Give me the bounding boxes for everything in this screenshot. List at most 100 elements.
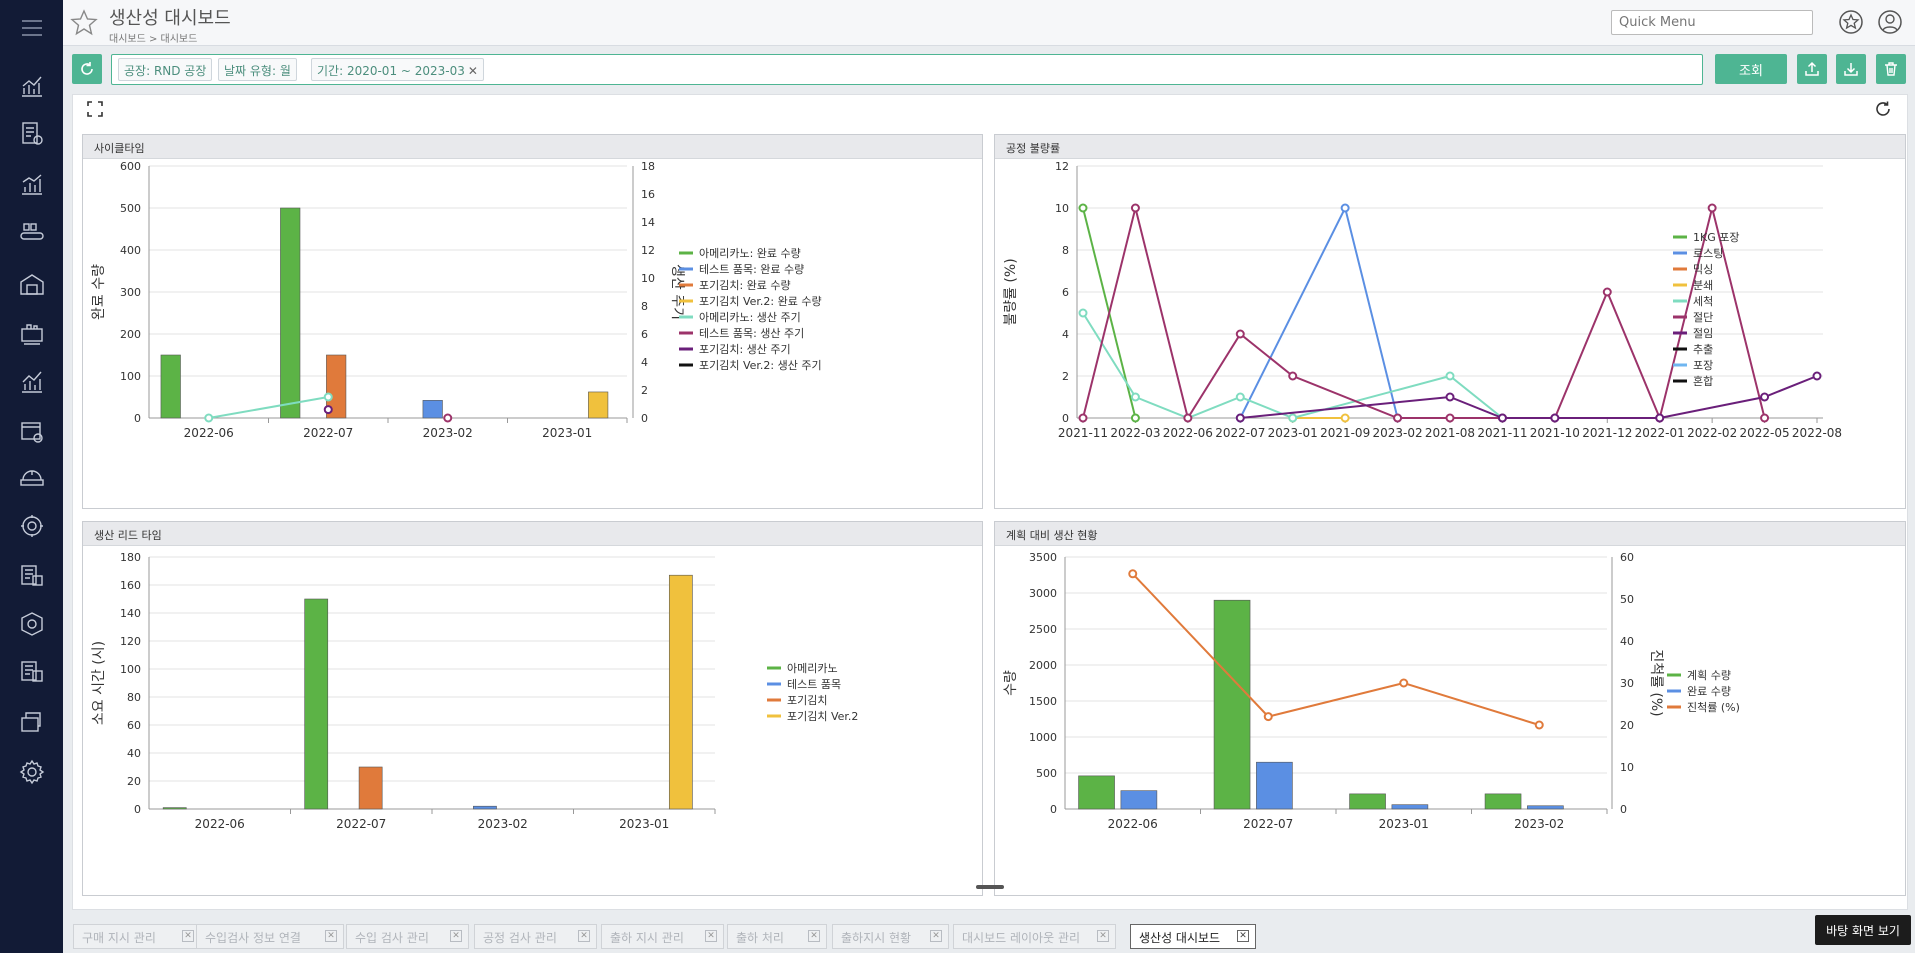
y2-tick-label: 4	[641, 356, 648, 369]
data-point	[1399, 678, 1409, 688]
tab-shipment-status[interactable]: 출하지시 현황 ✕	[832, 924, 949, 949]
settings-gear-icon[interactable]	[0, 504, 63, 548]
close-tab-icon[interactable]: ✕	[705, 930, 717, 942]
filter-chip-period[interactable]: 기간: 2020-01 ~ 2023-03 ✕	[311, 58, 484, 81]
panel-lead-time: 생산 리드 타임 0 20 40 60 80 100 120 140 160 180 소요 시간 (…	[82, 521, 983, 896]
download-button[interactable]	[1836, 54, 1866, 84]
y2-tick-label: 0	[641, 412, 648, 425]
data-point	[1655, 413, 1665, 423]
y-tick-label: 60	[127, 719, 141, 732]
data-point	[1078, 203, 1088, 213]
tab-shipment-process[interactable]: 출하 처리 ✕	[727, 924, 827, 949]
data-point	[1235, 329, 1245, 339]
system-gear-icon[interactable]	[0, 750, 63, 794]
conveyor-icon[interactable]	[0, 210, 63, 254]
defect-rate-chart: 024681012불량률 (%)2021-11 2022-03 2022-06 202…	[1003, 160, 1842, 440]
close-tab-icon[interactable]: ✕	[182, 930, 194, 942]
user-profile-icon[interactable]	[1876, 8, 1904, 36]
inspection-icon[interactable]	[0, 410, 63, 454]
invoice-icon[interactable]	[0, 112, 63, 156]
open-tabs-bar: 구매 지시 관리 ✕ 수입검사 정보 연결 ✕ 수입 검사 관리 ✕ 공정 검사 관리…	[63, 918, 1915, 953]
bar-chart-icon[interactable]	[0, 162, 63, 206]
series-line	[1132, 573, 1540, 726]
filter-chip-factory[interactable]: 공장: RND 공장	[118, 58, 213, 81]
tab-process-inspection[interactable]: 공정 검사 관리 ✕	[474, 924, 597, 949]
close-tab-icon[interactable]: ✕	[1237, 930, 1249, 942]
box-icon[interactable]	[0, 602, 63, 646]
legend-label: 계획 수량	[1687, 669, 1731, 682]
report-icon[interactable]	[0, 650, 63, 694]
x-tick-label: 2023-02	[423, 426, 473, 440]
download-icon	[1844, 63, 1858, 76]
legend-label: 테스트 품목	[787, 678, 841, 691]
reset-filter-button[interactable]	[72, 54, 102, 84]
bar	[1391, 804, 1429, 810]
close-tab-icon[interactable]: ✕	[325, 930, 337, 942]
data-point	[323, 392, 333, 402]
y2-axis-title: 생산 주기	[669, 264, 685, 320]
remove-chip-icon[interactable]: ✕	[468, 64, 478, 78]
data-point	[1707, 203, 1717, 213]
y-tick-label: 2500	[1029, 623, 1057, 636]
reload-icon[interactable]	[1874, 100, 1892, 118]
favorites-icon[interactable]	[1837, 8, 1865, 36]
delete-button[interactable]	[1876, 54, 1906, 84]
data-point	[443, 413, 453, 423]
y2-tick-label: 10	[641, 272, 655, 285]
close-tab-icon[interactable]: ✕	[930, 930, 942, 942]
data-point	[323, 405, 333, 415]
x-tick-label: 2021-12	[1582, 426, 1632, 440]
x-tick-label: 2022-07	[1243, 817, 1293, 831]
fullscreen-icon[interactable]	[86, 100, 104, 118]
show-desktop-button[interactable]: 바탕 화면 보기	[1815, 915, 1911, 945]
y2-tick-label: 50	[1620, 593, 1634, 606]
data-point	[1534, 720, 1544, 730]
bar	[1120, 790, 1158, 810]
factory-icon[interactable]	[0, 262, 63, 306]
y-tick-label: 20	[127, 775, 141, 788]
favorite-star-icon[interactable]	[69, 8, 99, 38]
close-tab-icon[interactable]: ✕	[450, 930, 462, 942]
menu-icon[interactable]	[0, 6, 63, 50]
filter-input[interactable]: 공장: RND 공장 날짜 유형: 월 기간: 2020-01 ~ 2023-0…	[111, 54, 1703, 85]
quality-icon[interactable]	[0, 456, 63, 500]
plan-vs-actual-chart: 0 500 1000 1500 2000 2500 3000 3500 0 10 20 30 40 50 6…	[1003, 551, 1740, 831]
line-chart-icon[interactable]	[0, 64, 63, 108]
trend-icon[interactable]	[0, 360, 63, 404]
close-tab-icon[interactable]: ✕	[578, 930, 590, 942]
y-tick-label: 2000	[1029, 659, 1057, 672]
panel-defect-rate: 공정 불량률 0 2 4 6 8 10 12 불량률 (%) 2021-11 2022-03 202…	[994, 134, 1906, 509]
legend-label: 1KG 포장	[1693, 231, 1739, 244]
y-tick-label: 300	[120, 286, 141, 299]
filter-chip-date-type[interactable]: 날짜 유형: 월	[218, 58, 297, 81]
y-tick-label: 40	[127, 747, 141, 760]
resize-handle[interactable]	[976, 885, 1004, 889]
quick-menu-input[interactable]	[1611, 10, 1813, 35]
close-tab-icon[interactable]: ✕	[808, 930, 820, 942]
y2-tick-label: 16	[641, 188, 655, 201]
tab-dashboard-layout[interactable]: 대시보드 레이아웃 관리 ✕	[953, 924, 1116, 949]
document-icon[interactable]	[0, 554, 63, 598]
data-point	[1760, 413, 1770, 423]
legend-label: 아메리카노: 생산 주기	[699, 311, 801, 324]
search-button[interactable]: 조회	[1715, 54, 1787, 84]
legend-label: 추출	[1693, 343, 1713, 356]
tab-purchase-order[interactable]: 구매 지시 관리 ✕	[73, 924, 201, 949]
y-axis-title: 수량	[1003, 670, 1019, 696]
y-axis-title: 완료 수량	[91, 264, 107, 320]
x-tick-label: 2022-06	[195, 817, 245, 831]
close-tab-icon[interactable]: ✕	[1097, 930, 1109, 942]
data-point	[1130, 413, 1140, 423]
upload-button[interactable]	[1797, 54, 1827, 84]
y2-tick-label: 6	[641, 328, 648, 341]
legend-label: 분쇄	[1693, 279, 1713, 292]
y-tick-label: 80	[127, 691, 141, 704]
tab-productivity-dashboard[interactable]: 생산성 대시보드 ✕	[1130, 924, 1256, 949]
upload-icon	[1805, 61, 1819, 76]
tab-incoming-inspection-link[interactable]: 수입검사 정보 연결 ✕	[196, 924, 344, 949]
machine-icon[interactable]	[0, 312, 63, 356]
folder-icon[interactable]	[0, 700, 63, 744]
y-axis-title: 불량률 (%)	[1003, 258, 1019, 325]
tab-shipment-order[interactable]: 출하 지시 관리 ✕	[601, 924, 724, 949]
tab-incoming-inspection[interactable]: 수입 검사 관리 ✕	[346, 924, 469, 949]
